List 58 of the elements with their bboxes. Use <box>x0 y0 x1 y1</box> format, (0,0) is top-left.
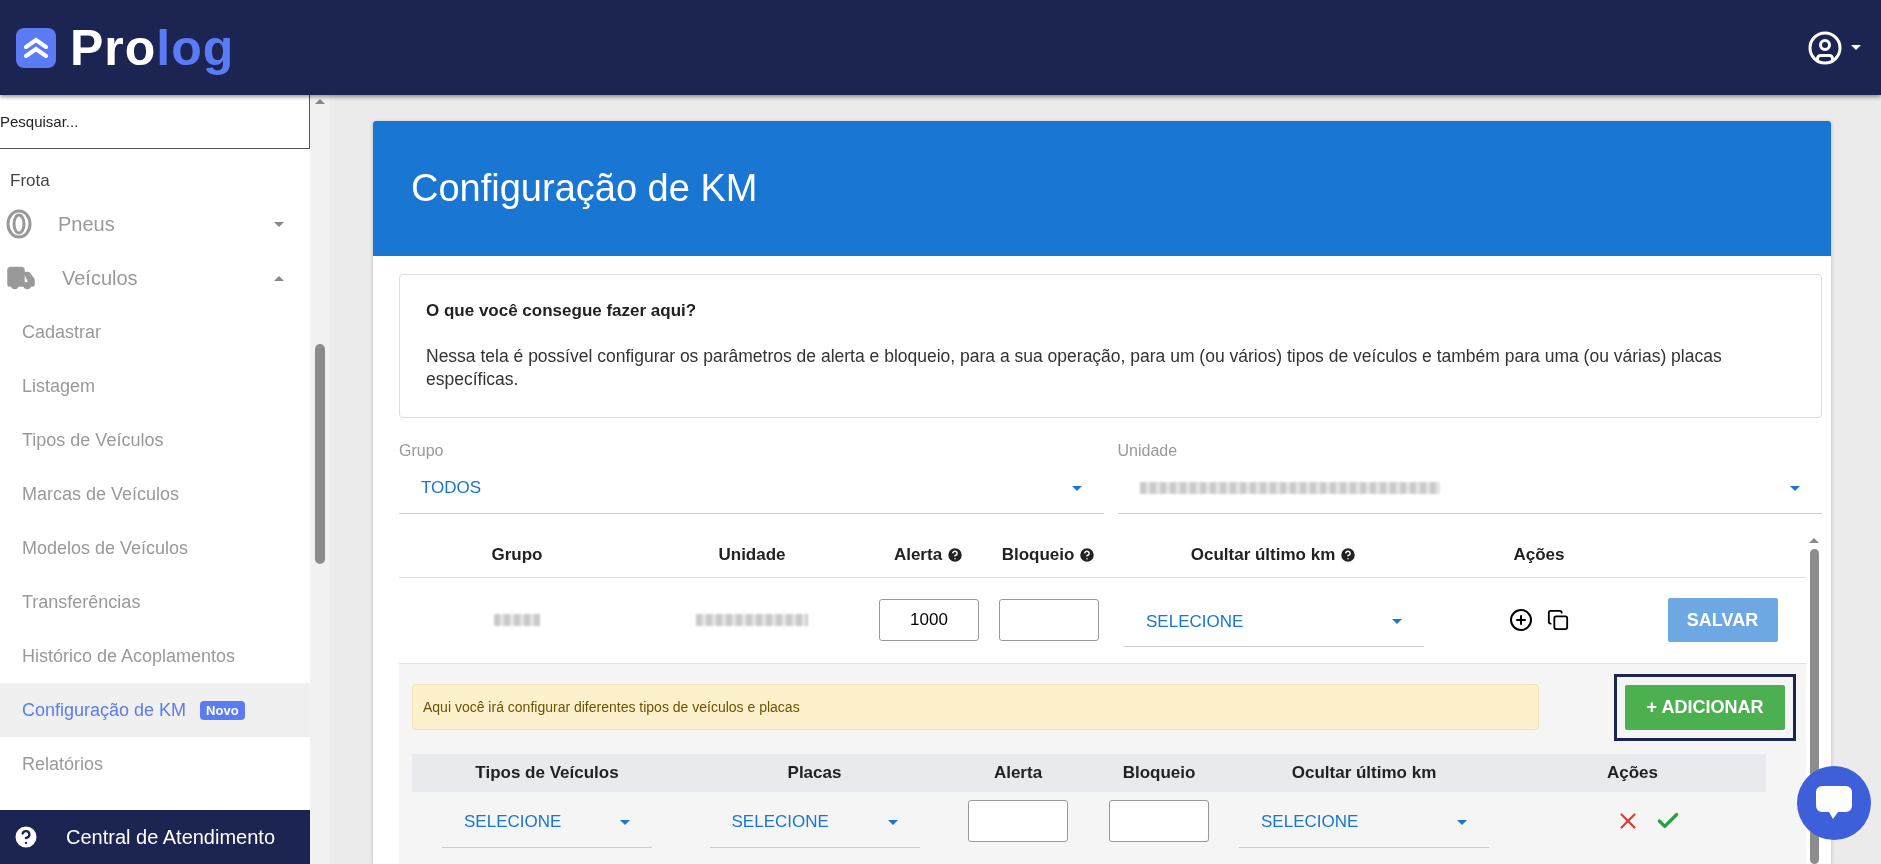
help-icon <box>12 823 40 851</box>
input-field[interactable] <box>968 799 1068 842</box>
copy-icon[interactable] <box>1547 609 1569 631</box>
column-header: Ocultar último km <box>1291 762 1437 783</box>
save-button[interactable]: SALVAR <box>1667 598 1778 642</box>
caret-icon <box>315 99 325 104</box>
section-label: Frota <box>9 170 51 192</box>
column-header: Tipos de Veículos <box>475 762 619 783</box>
info-text: Nessa tela é possível configurar os parâmetros de alerta e bloqueio, para a sua operação, para um (ou vários) tipos de veículos e também para uma (ou várias) placas específicas. <box>426 345 1723 391</box>
column-header: Grupo <box>491 545 543 565</box>
select-dropdown[interactable]: TODOS <box>399 463 1104 514</box>
column-header: Alerta <box>893 545 943 565</box>
caret-icon <box>1851 45 1861 50</box>
notice-banner: Aqui você irá configurar diferentes tipos de veículos e placas <box>412 684 1539 730</box>
submenu-item[interactable]: Configuração de KM Novo <box>0 683 310 737</box>
column-header: Ações <box>1607 762 1658 783</box>
add-button[interactable]: + ADICIONAR <box>1625 684 1785 730</box>
caret-icon <box>1392 619 1402 624</box>
column-header: Unidade <box>718 545 786 565</box>
user-icon <box>1807 29 1843 66</box>
logo-text: Prolog <box>70 18 235 77</box>
caret-icon <box>1457 819 1467 825</box>
add-icon[interactable] <box>1509 608 1533 632</box>
column-header: Bloqueio <box>1001 545 1075 565</box>
scrollbar-thumb[interactable] <box>315 344 325 564</box>
caret-icon <box>274 275 284 281</box>
column-header: Ocultar último km <box>1190 545 1336 565</box>
caret-icon <box>620 819 630 825</box>
field-label: Grupo <box>399 441 445 460</box>
select-dropdown[interactable]: SELECIONE <box>1124 597 1424 647</box>
page-title: Configuração de KM <box>373 121 1831 256</box>
field-label: Unidade <box>1117 441 1179 460</box>
column-header: Bloqueio <box>1122 762 1196 783</box>
input-field[interactable] <box>999 599 1099 641</box>
caret-icon <box>1790 485 1800 491</box>
user-menu-button[interactable] <box>1807 29 1861 66</box>
column-header: Alerta <box>993 762 1043 783</box>
input-field[interactable] <box>1109 799 1209 842</box>
caret-icon <box>887 819 898 825</box>
redacted-text <box>494 614 540 626</box>
select-dropdown[interactable]: SELECIONE <box>709 797 920 848</box>
column-header: Placas <box>787 762 842 783</box>
info-heading: O que você consegue fazer aqui? <box>426 301 698 321</box>
help-center-button[interactable]: Central de Atendimento <box>0 810 310 864</box>
caret-icon <box>1071 485 1082 491</box>
new-badge: Novo <box>200 700 245 720</box>
column-header: Ações <box>1513 545 1565 565</box>
logo-icon <box>16 27 56 68</box>
input-field[interactable]: 1000 <box>879 599 979 641</box>
select-dropdown[interactable]: SELECIONE <box>442 797 652 848</box>
caret-icon <box>1809 537 1819 543</box>
select-dropdown[interactable]: SELECIONE <box>1239 797 1489 848</box>
tire-icon <box>6 209 32 239</box>
menu-item[interactable]: Veículos <box>0 251 310 305</box>
caret-icon <box>274 221 284 227</box>
search-field[interactable]: Pesquisar... <box>0 95 310 149</box>
menu-item[interactable]: Pneus <box>0 197 310 251</box>
scrollbar[interactable] <box>310 95 330 864</box>
